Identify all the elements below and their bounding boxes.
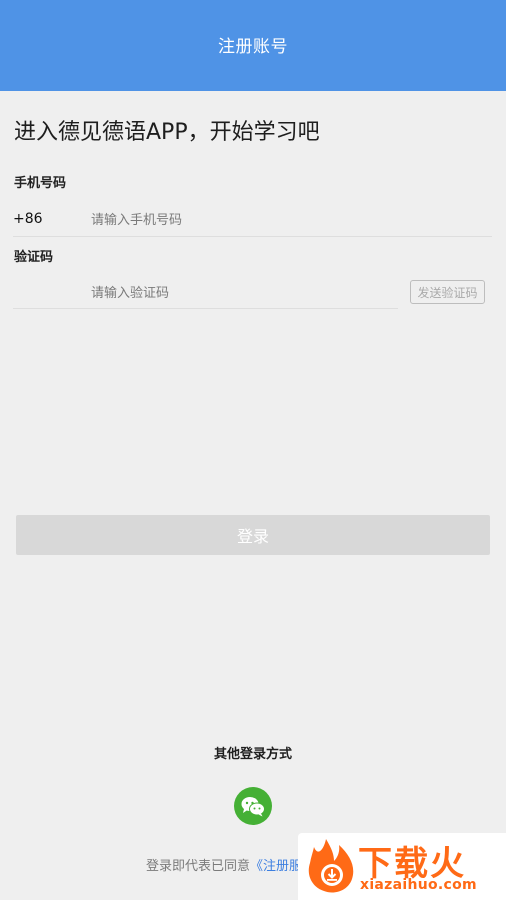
- code-divider: [13, 308, 398, 309]
- app-header: 注册账号: [0, 0, 506, 91]
- flame-logo-icon: [308, 839, 354, 893]
- wechat-login-button[interactable]: [234, 787, 272, 825]
- watermark-badge: 下载火 xiazaihuo.com: [298, 833, 506, 900]
- agreement-prefix: 登录即代表已同意: [146, 859, 251, 874]
- login-button[interactable]: 登录: [16, 515, 490, 555]
- phone-label: 手机号码: [14, 176, 67, 191]
- service-agreement-link[interactable]: 《注册服: [250, 859, 302, 874]
- page-title: 注册账号: [218, 37, 288, 57]
- wechat-icon: [241, 797, 265, 817]
- phone-input[interactable]: [91, 209, 481, 231]
- code-label: 验证码: [14, 250, 54, 265]
- verification-code-input[interactable]: [91, 282, 391, 304]
- welcome-headline: 进入德见德语APP，开始学习吧: [14, 120, 320, 145]
- country-code-selector[interactable]: +86: [13, 211, 43, 227]
- phone-divider: [13, 236, 492, 237]
- watermark-url: xiazaihuo.com: [360, 877, 477, 893]
- agreement-text: 登录即代表已同意《注册服: [146, 855, 302, 874]
- other-login-label: 其他登录方式: [213, 747, 292, 762]
- send-code-button[interactable]: 发送验证码: [410, 280, 485, 304]
